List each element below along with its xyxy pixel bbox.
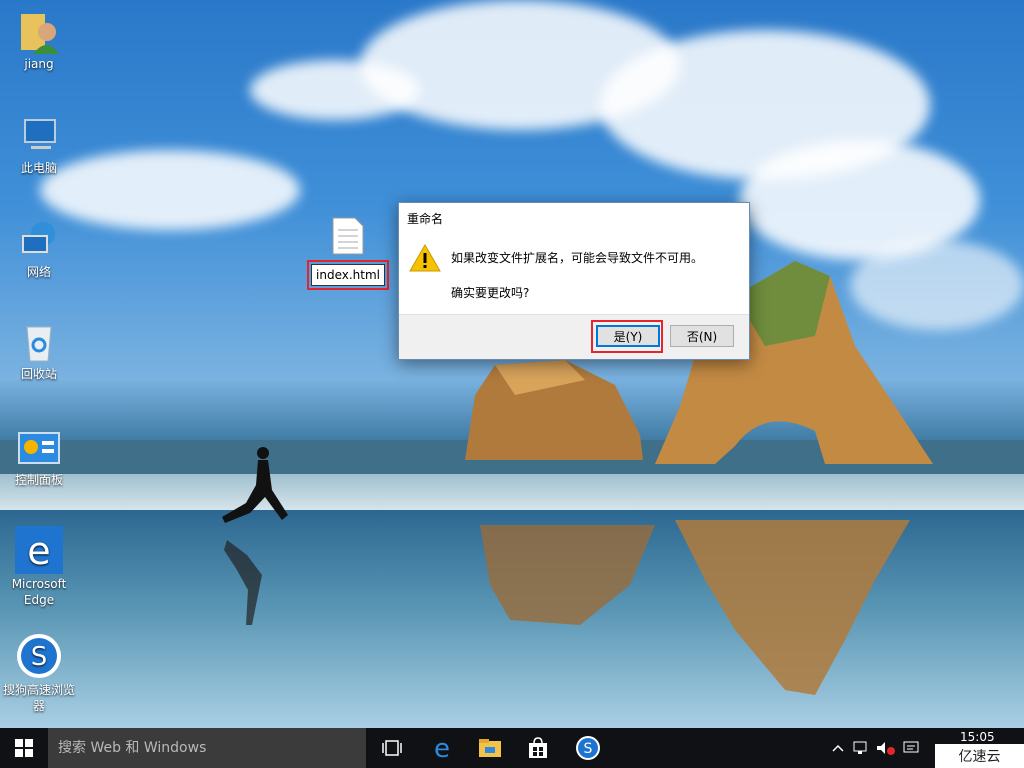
store-icon — [529, 737, 547, 758]
document-icon — [332, 217, 364, 255]
yes-button[interactable]: 是(Y) — [596, 325, 660, 347]
desktop-icon-sogou[interactable]: S 搜狗高速浏览器 — [2, 632, 76, 714]
cloud — [250, 60, 420, 120]
desktop-icon-label: 此电脑 — [20, 161, 57, 175]
start-button[interactable] — [0, 728, 48, 768]
rename-highlight: index.html — [307, 260, 389, 290]
user-folder-icon — [17, 10, 61, 54]
taskbar-sogou-button[interactable]: S — [564, 728, 612, 768]
notification-icon — [903, 741, 919, 753]
taskbar-file-explorer-button[interactable] — [466, 728, 514, 768]
watermark-logo: 亿速云 — [935, 744, 1024, 768]
svg-text:S: S — [584, 741, 593, 757]
surf — [0, 474, 1024, 510]
edge-icon: e — [434, 736, 450, 760]
desktop-icon-label: jiang — [24, 57, 54, 71]
desktop-icon-control-panel[interactable]: 控制面板 — [2, 426, 76, 488]
desktop-icon-label: Microsoft Edge — [11, 577, 67, 607]
small-rock-reflection — [480, 525, 655, 625]
runner-reflection — [224, 540, 262, 625]
desktop-icon-label: 网络 — [26, 265, 51, 279]
small-rock — [465, 360, 643, 460]
dialog-footer: 是(Y) 否(N) — [399, 314, 749, 359]
desktop-icon-this-pc[interactable]: 此电脑 — [2, 114, 76, 176]
taskbar: 搜索 Web 和 Windows e S 15:05 — [0, 728, 1024, 768]
desktop-icon-edge[interactable]: e Microsoft Edge — [2, 526, 76, 608]
control-panel-icon — [17, 426, 61, 470]
desktop-icon-network[interactable]: 网络 — [2, 218, 76, 280]
taskbar-search-box[interactable]: 搜索 Web 和 Windows — [48, 728, 366, 768]
svg-text:e: e — [434, 736, 450, 760]
desktop-icon-user[interactable]: jiang — [2, 10, 76, 72]
computer-icon — [17, 114, 61, 158]
dialog-question: 确实要更改吗? — [451, 286, 530, 300]
network-status-icon — [853, 741, 867, 754]
arch-rock-reflection — [675, 520, 910, 695]
desktop-icon-label: 搜狗高速浏览器 — [2, 683, 75, 713]
rename-input[interactable]: index.html — [311, 264, 385, 286]
chevron-up-icon — [832, 744, 844, 752]
runner-silhouette — [222, 447, 288, 523]
tray-expand-button[interactable] — [828, 728, 848, 768]
dialog-message: 如果改变文件扩展名，可能会导致文件不可用。 — [451, 251, 704, 265]
sogou-browser-icon: S — [576, 736, 600, 760]
taskbar-clock[interactable]: 15:05 — [960, 730, 995, 745]
task-view-icon — [382, 740, 402, 756]
tray-action-center-button[interactable] — [900, 728, 922, 768]
taskbar-store-button[interactable] — [514, 728, 562, 768]
cloud — [40, 150, 300, 230]
desktop-icon-label: 回收站 — [20, 367, 57, 381]
desktop-file[interactable]: index.html — [307, 216, 389, 290]
taskbar-edge-button[interactable]: e — [418, 728, 466, 768]
volume-muted-icon — [877, 742, 895, 755]
edge-icon: e — [15, 526, 63, 574]
network-icon — [17, 218, 61, 262]
desktop-icon-recycle-bin[interactable]: 回收站 — [2, 320, 76, 382]
tray-volume-button[interactable] — [874, 728, 898, 768]
dialog-title: 重命名 — [407, 212, 444, 226]
warning-icon — [409, 243, 441, 272]
recycle-bin-icon — [17, 320, 61, 364]
no-button[interactable]: 否(N) — [670, 325, 734, 347]
file-explorer-icon — [479, 739, 501, 757]
svg-text:S: S — [31, 642, 48, 672]
windows-icon — [15, 739, 33, 757]
desktop-icon-label: 控制面板 — [14, 473, 63, 487]
sogou-browser-icon: S — [15, 632, 63, 680]
desktop: jiang 此电脑 网络 回收站 控制面板 e Microsoft Edge S — [0, 0, 1024, 728]
tray-network-button[interactable] — [850, 728, 874, 768]
task-view-button[interactable] — [368, 728, 416, 768]
rename-dialog: 重命名 如果改变文件扩展名，可能会导致文件不可用。 确实要更改吗? 是(Y) 否… — [398, 202, 750, 360]
svg-text:e: e — [27, 529, 50, 573]
